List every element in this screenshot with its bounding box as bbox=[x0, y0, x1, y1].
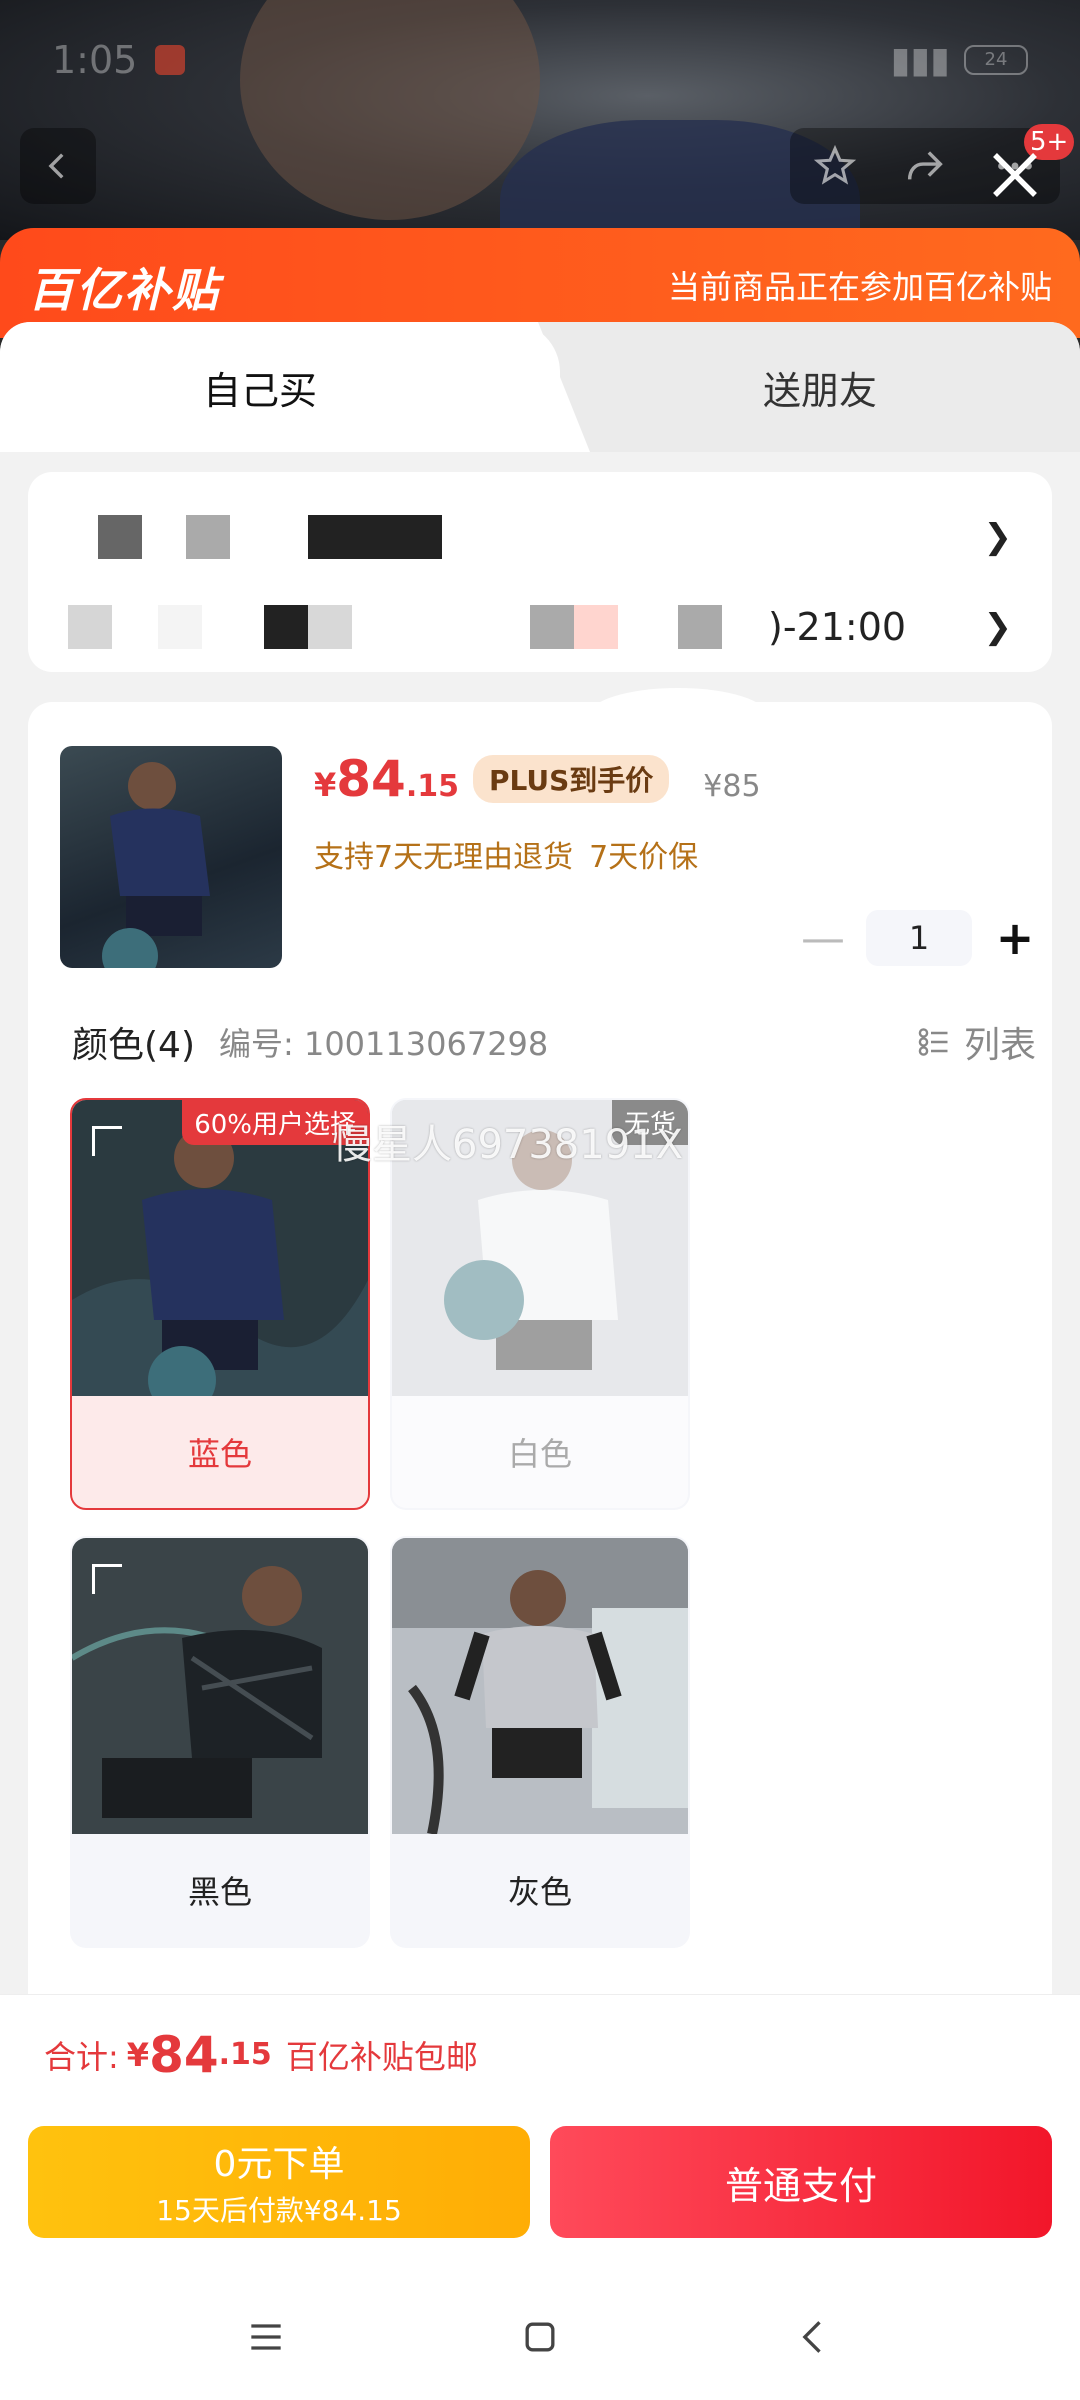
purchase-tabs: 送朋友 自己买 bbox=[0, 322, 1080, 452]
out-of-stock-badge: 无货 bbox=[611, 1100, 688, 1145]
redacted-text bbox=[678, 605, 722, 649]
list-view-label: 列表 bbox=[963, 1025, 1036, 1066]
subsidy-logo: 百亿补贴 bbox=[28, 263, 220, 317]
free-shipping-note: 百亿补贴包邮 bbox=[285, 2037, 478, 2076]
quantity-input[interactable]: 1 bbox=[866, 910, 972, 966]
tab-gift-friend[interactable]: 送朋友 bbox=[520, 322, 1080, 452]
battery-icon: 24 bbox=[964, 45, 1028, 75]
total-label: 合计: bbox=[44, 2037, 119, 2076]
address-row[interactable]: ❯ bbox=[68, 492, 1012, 582]
product-sku: 编号: 100113067298 bbox=[219, 1025, 549, 1063]
redacted-text bbox=[530, 605, 574, 649]
pay-later-subtitle: 15天后付款¥84.15 bbox=[156, 2194, 402, 2227]
subsidy-banner-text: 当前商品正在参加百亿补贴 bbox=[667, 268, 1052, 306]
variant-gray-label: 灰色 bbox=[507, 1873, 572, 1911]
back-button[interactable] bbox=[20, 128, 96, 204]
price-protection: 7天价保 bbox=[589, 840, 699, 875]
color-section-title: 颜色(4) bbox=[72, 1025, 195, 1066]
product-options-card: ¥ 84 .15 PLUS到手价 ¥85 支持7天无理由退货 7天价保 — 1 +… bbox=[28, 688, 1052, 2042]
price-decimal: .15 bbox=[405, 769, 460, 804]
close-icon[interactable] bbox=[985, 145, 1045, 205]
share-icon[interactable] bbox=[902, 143, 948, 189]
redacted-text bbox=[68, 605, 112, 649]
chevron-right-icon: ❯ bbox=[983, 607, 1013, 647]
return-policy: 支持7天无理由退货 bbox=[314, 840, 574, 875]
order-total-bar: 合计: ¥ 84 .15 百亿补贴包邮 bbox=[0, 1994, 1080, 2114]
tab-buy-self-label: 自己买 bbox=[202, 368, 317, 413]
system-navigation-bar bbox=[0, 2274, 1080, 2400]
home-icon[interactable] bbox=[518, 2315, 562, 2359]
variant-gray[interactable]: 灰色 bbox=[390, 1536, 690, 1948]
variant-blue[interactable]: 60%用户选择 蓝色 bbox=[70, 1098, 370, 1510]
variant-gray-image bbox=[392, 1538, 688, 1834]
redacted-text bbox=[264, 605, 308, 649]
redacted-text bbox=[574, 605, 618, 649]
total-price-integer: 84 bbox=[149, 2025, 219, 2084]
total-price-symbol: ¥ bbox=[126, 2035, 150, 2074]
menu-icon[interactable] bbox=[244, 2315, 288, 2359]
variant-black-label: 黑色 bbox=[187, 1873, 252, 1911]
variant-white-label: 白色 bbox=[507, 1435, 572, 1473]
checkout-actions: 0元下单 15天后付款¥84.15 普通支付 bbox=[0, 2114, 1080, 2274]
expand-corner-icon bbox=[92, 1564, 122, 1594]
pay-later-button[interactable]: 0元下单 15天后付款¥84.15 bbox=[28, 2126, 530, 2238]
list-view-toggle[interactable]: 列表 bbox=[916, 1016, 1036, 1068]
decrease-button[interactable]: — bbox=[798, 913, 848, 964]
increase-button[interactable]: + bbox=[990, 911, 1040, 965]
service-promises: 支持7天无理由退货 7天价保 bbox=[314, 832, 714, 876]
price-symbol: ¥ bbox=[314, 766, 337, 804]
plus-price-tag: PLUS到手价 bbox=[473, 755, 670, 803]
chevron-left-icon bbox=[48, 153, 64, 179]
redacted-text bbox=[158, 605, 202, 649]
price-row: ¥ 84 .15 PLUS到手价 ¥85 bbox=[314, 750, 761, 809]
redacted-text bbox=[308, 515, 442, 559]
total-price-decimal: .15 bbox=[218, 2037, 272, 2072]
product-photo bbox=[102, 762, 210, 968]
signal-icon: ▮▮▮ bbox=[890, 39, 950, 81]
status-indicators: ▮▮▮ 24 bbox=[891, 40, 1028, 81]
normal-pay-label: 普通支付 bbox=[724, 2163, 877, 2208]
status-time: 1:05 bbox=[52, 38, 138, 82]
list-icon bbox=[918, 1028, 948, 1056]
color-section-header: 颜色(4) 编号: 100113067298 列表 bbox=[72, 1012, 1036, 1072]
back-icon[interactable] bbox=[792, 2315, 836, 2359]
app-notification-icon bbox=[155, 45, 186, 75]
delivery-time-row[interactable]: )-21:00 ❯ bbox=[68, 582, 1012, 672]
card-notch bbox=[588, 688, 768, 716]
quantity-stepper: — 1 + bbox=[798, 910, 1040, 966]
product-thumbnail[interactable] bbox=[60, 746, 282, 968]
pay-later-title: 0元下单 bbox=[213, 2144, 345, 2185]
original-price: ¥85 bbox=[703, 769, 761, 804]
variant-black[interactable]: 黑色 bbox=[70, 1536, 370, 1948]
status-bar: 1:05 ▮▮▮ 24 bbox=[0, 30, 1080, 90]
tab-gift-friend-label: 送朋友 bbox=[762, 368, 877, 413]
star-icon[interactable] bbox=[812, 143, 858, 189]
chevron-right-icon: ❯ bbox=[983, 517, 1013, 557]
delivery-time: )-21:00 bbox=[768, 605, 907, 649]
tab-buy-self[interactable]: 自己买 bbox=[0, 322, 560, 452]
expand-corner-icon bbox=[92, 1126, 122, 1156]
normal-pay-button[interactable]: 普通支付 bbox=[550, 2126, 1052, 2238]
variant-blue-label: 蓝色 bbox=[187, 1435, 252, 1473]
redacted-text bbox=[98, 515, 142, 559]
redacted-text bbox=[186, 515, 230, 559]
variant-white[interactable]: 无货 白色 bbox=[390, 1098, 690, 1510]
redacted-text bbox=[308, 605, 352, 649]
delivery-address-card[interactable]: ❯ )-21:00 ❯ bbox=[28, 472, 1052, 672]
popular-choice-badge: 60%用户选择 bbox=[182, 1100, 368, 1145]
price-integer: 84 bbox=[336, 750, 406, 808]
